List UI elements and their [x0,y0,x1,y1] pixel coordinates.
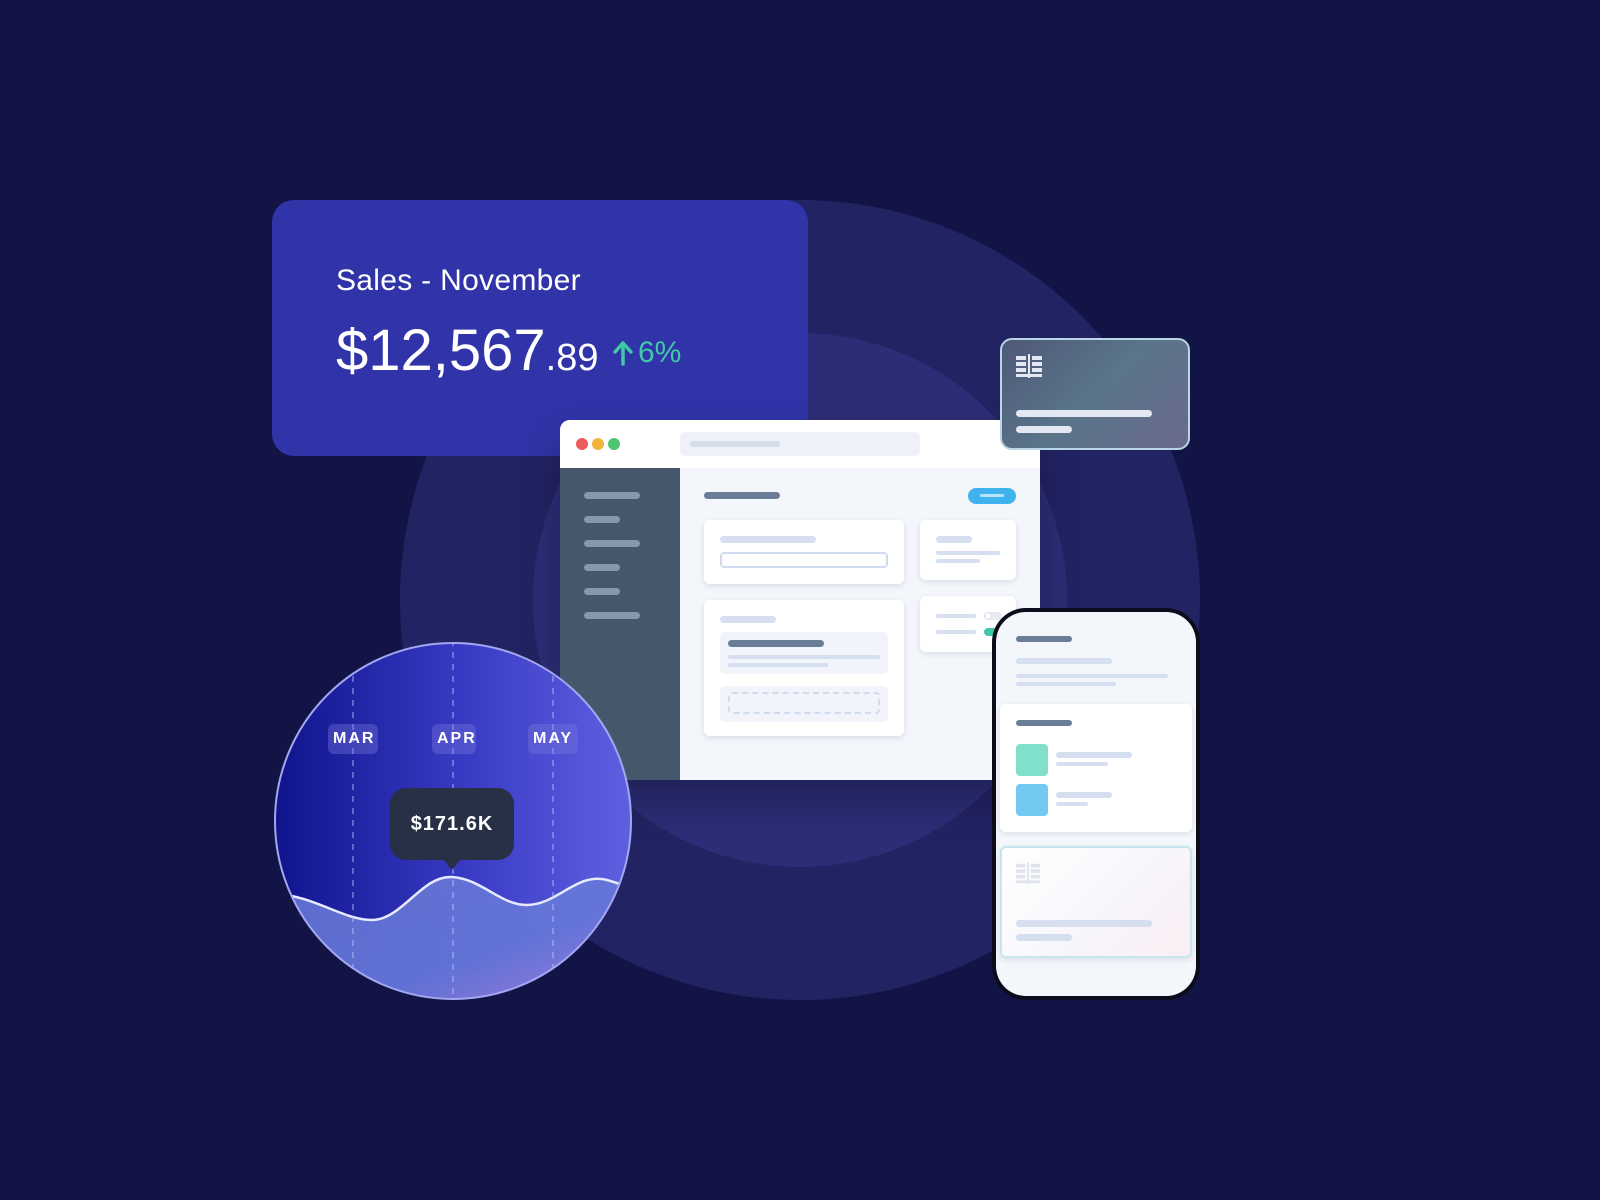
phone-card-holder-placeholder [1016,934,1072,941]
sidebar-item[interactable] [584,612,640,619]
phone-text-placeholder [1016,682,1116,686]
phone-list-text-placeholder [1056,762,1108,766]
list-item[interactable] [720,632,888,674]
phone-screen [996,612,1196,996]
phone-title-placeholder [1016,636,1072,642]
sales-card: Sales - November $12,567.89 6% [272,200,808,456]
sales-change-value: 6% [638,336,682,369]
phone-list-text-placeholder [1056,802,1088,806]
toggle-knob [984,612,992,620]
address-placeholder [690,441,780,447]
dropzone-outline [728,692,880,714]
phone-list-card [1000,704,1192,832]
card-holder-placeholder [1016,426,1072,433]
month-label-mar[interactable]: MAR [328,724,378,754]
sales-amount-main: $12,567 [336,318,546,383]
sidebar-item[interactable] [584,564,620,571]
credit-card [1000,338,1190,450]
phone-card-number-placeholder [1016,920,1152,927]
phone-list-text-placeholder [1056,752,1132,758]
content-card [704,600,904,736]
sales-amount-cents: .89 [545,337,599,379]
address-bar[interactable] [680,432,920,456]
close-window-button[interactable] [576,438,588,450]
list-item-title-placeholder [728,640,824,647]
sidebar-item[interactable] [584,516,620,523]
list-item-text-placeholder [728,663,828,667]
sales-card-title: Sales - November [336,264,581,297]
maximize-window-button[interactable] [608,438,620,450]
phone-payment-card[interactable] [1000,846,1192,958]
page-title-placeholder [704,492,780,499]
sales-change-badge: 6% [612,336,681,370]
list-item-text-placeholder [728,655,880,659]
text-input[interactable] [720,552,888,568]
month-label-may[interactable]: MAY [528,724,578,754]
phone-list-tile[interactable] [1016,784,1048,816]
form-card [704,520,904,584]
chip-icon [1016,354,1042,378]
card-text-placeholder [936,559,980,563]
field-label-placeholder [720,536,816,543]
card-text-placeholder [936,551,1000,555]
phone-mockup [992,608,1200,1000]
sales-amount: $12,567.89 [336,322,598,380]
phone-text-placeholder [1016,674,1168,678]
minimize-window-button[interactable] [592,438,604,450]
phone-card-title-placeholder [1016,720,1072,726]
dropzone[interactable] [720,686,888,722]
sidebar-item[interactable] [584,588,620,595]
month-label-apr[interactable]: APR [432,724,476,754]
chip-icon [1016,862,1040,884]
sidebar-item[interactable] [584,540,640,547]
chart-tooltip: $171.6K [390,788,514,860]
setting-label-placeholder [936,614,976,618]
card-title-placeholder [720,616,776,623]
card-title-placeholder [936,536,972,543]
sidebar-item[interactable] [584,492,640,499]
browser-titlebar [560,420,1040,468]
phone-list-text-placeholder [1056,792,1112,798]
button-label-placeholder [980,494,1004,497]
arrow-up-icon [613,341,633,366]
area-chart-widget: MAR APR MAY $171.6K [272,640,634,1002]
phone-list-tile[interactable] [1016,744,1048,776]
setting-label-placeholder [936,630,976,634]
phone-subtitle-placeholder [1016,658,1112,664]
summary-card [920,520,1016,580]
card-number-placeholder [1016,410,1152,417]
primary-action-button[interactable] [968,488,1016,504]
chart-tooltip-pointer [442,858,462,870]
